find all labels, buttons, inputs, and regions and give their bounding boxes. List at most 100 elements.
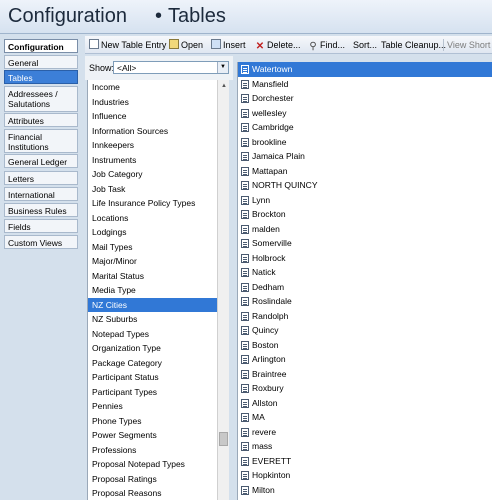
find-button[interactable]: ⚲ Find... [308, 39, 345, 52]
toolbar: New Table Entry Open Insert ✕ Delete... ⚲… [85, 36, 492, 54]
table-entry-row[interactable]: Mattapan [238, 164, 492, 179]
tables-list: Income Industries Influence Information Sou… [87, 80, 217, 500]
table-list-item[interactable]: Innkeepers [88, 138, 217, 153]
table-list-item[interactable]: Major/Minor [88, 254, 217, 269]
nav-item-business-rules[interactable]: Business Rules [4, 203, 78, 217]
nav-item-general[interactable]: General [4, 55, 78, 69]
table-list-item[interactable]: Industries [88, 95, 217, 110]
table-entry-row[interactable]: Roxbury [238, 381, 492, 396]
sort-button[interactable]: Sort... [353, 39, 377, 51]
table-entry-row[interactable]: Roslindale [238, 294, 492, 309]
tables-list-scrollbar[interactable]: ▲ [217, 80, 229, 500]
table-entry-row[interactable]: Brockton [238, 207, 492, 222]
nav-item-international[interactable]: International [4, 187, 78, 201]
table-list-item[interactable]: Notepad Types [88, 327, 217, 342]
insert-button[interactable]: Insert [211, 39, 246, 51]
table-entry-row[interactable]: Cambridge [238, 120, 492, 135]
entry-label: Natick [252, 267, 276, 277]
table-list-item[interactable]: Mail Types [88, 240, 217, 255]
table-list-item[interactable]: Participant Status [88, 370, 217, 385]
view-short-description-button[interactable]: View Short D [447, 39, 492, 51]
nav-item-financial-institutions[interactable]: Financial Institutions [4, 129, 78, 153]
table-entry-row[interactable]: Lynn [238, 193, 492, 208]
table-list-item[interactable]: Participant Types [88, 385, 217, 400]
scrollbar-thumb[interactable] [219, 432, 228, 446]
table-entry-row[interactable]: Jamaica Plain [238, 149, 492, 164]
table-entry-row[interactable]: brookline [238, 135, 492, 150]
table-list-item[interactable]: Organization Type [88, 341, 217, 356]
table-list-item[interactable]: Media Type [88, 283, 217, 298]
open-button[interactable]: Open [169, 39, 203, 51]
delete-button[interactable]: ✕ Delete... [255, 39, 301, 52]
entry-document-icon [241, 485, 249, 495]
show-filter-select[interactable]: <All> ▼ [113, 61, 229, 74]
nav-item-custom-views[interactable]: Custom Views [4, 235, 78, 249]
table-entry-row[interactable]: Quincy [238, 323, 492, 338]
table-entry-row[interactable]: Boston [238, 338, 492, 353]
table-entry-row[interactable]: revere [238, 425, 492, 440]
nav-item-tables[interactable]: Tables [4, 70, 78, 84]
show-label: Show: [89, 63, 115, 73]
table-list-item[interactable]: NZ Cities [88, 297, 217, 312]
table-entry-row[interactable]: Holbrock [238, 251, 492, 266]
entry-label: Arlington [252, 354, 286, 364]
table-list-item[interactable]: Professions [88, 443, 217, 458]
entry-label: Mansfield [252, 78, 289, 89]
table-list-item[interactable]: Marital Status [88, 269, 217, 284]
table-entry-row[interactable]: Milton [238, 483, 492, 498]
table-list-item[interactable]: Proposal Reasons [88, 486, 217, 500]
table-list-item[interactable]: Instruments [88, 153, 217, 168]
table-list-item[interactable]: NZ Suburbs [88, 312, 217, 327]
table-entry-row[interactable]: Randolph [238, 309, 492, 324]
table-list-item[interactable]: Job Task [88, 182, 217, 197]
table-entry-row[interactable]: Braintree [238, 367, 492, 382]
entry-label: EVERETT [252, 455, 292, 466]
chevron-down-icon[interactable]: ▼ [217, 62, 228, 73]
nav-item-addressees-salutations[interactable]: Addressees / Salutations [4, 86, 78, 112]
table-entry-row[interactable]: mass [238, 439, 492, 454]
table-entry-row[interactable]: wellesley [238, 106, 492, 121]
table-entry-row[interactable]: Somerville [238, 236, 492, 251]
table-entry-row[interactable]: MA [238, 410, 492, 425]
table-list-item[interactable]: Package Category [88, 356, 217, 371]
table-entry-row[interactable]: Hopkinton [238, 468, 492, 483]
table-entry-row[interactable]: Watertown [238, 62, 492, 77]
nav-item-general-ledger[interactable]: General Ledger [4, 154, 78, 168]
table-entry-row[interactable]: Arlington [238, 352, 492, 367]
scroll-up-arrow-icon[interactable]: ▲ [219, 81, 229, 91]
nav-item-letters[interactable]: Letters [4, 171, 78, 185]
table-list-item[interactable]: Income [88, 80, 217, 95]
entry-label: revere [252, 426, 277, 437]
table-list-item[interactable]: Proposal Notepad Types [88, 457, 217, 472]
table-entry-row[interactable]: malden [238, 222, 492, 237]
entry-document-icon [241, 152, 249, 161]
nav-item-attributes[interactable]: Attributes [4, 113, 78, 127]
table-entry-row[interactable]: NORTH QUINCY [238, 178, 492, 193]
table-list-item[interactable]: Lodgings [88, 225, 217, 240]
table-entry-row[interactable]: Dedham [238, 280, 492, 295]
table-list-item[interactable]: Proposal Ratings [88, 472, 217, 487]
new-table-entry-button[interactable]: New Table Entry [89, 39, 166, 51]
entry-label: Cambridge [252, 122, 294, 132]
entry-label: Dorchester [252, 93, 294, 103]
table-entry-row[interactable]: Mansfield [238, 77, 492, 92]
table-list-item[interactable]: Power Segments [88, 428, 217, 443]
table-list-item[interactable]: Information Sources [88, 124, 217, 139]
table-entry-row[interactable]: Dorchester [238, 91, 492, 106]
table-entry-row[interactable]: Natick [238, 265, 492, 280]
table-cleanup-button[interactable]: Table Cleanup... [381, 39, 446, 51]
table-list-item[interactable]: Influence [88, 109, 217, 124]
entry-document-icon [241, 413, 249, 422]
table-list-item[interactable]: Job Category [88, 167, 217, 182]
table-list-item[interactable]: Locations [88, 211, 217, 226]
nav-item-fields[interactable]: Fields [4, 219, 78, 233]
table-list-item[interactable]: Life Insurance Policy Types [88, 196, 217, 211]
table-entry-row[interactable]: Allston [238, 396, 492, 411]
table-list-item[interactable]: Pennies [88, 399, 217, 414]
table-entry-row[interactable]: EVERETT [238, 454, 492, 469]
table-list-item[interactable]: Phone Types [88, 414, 217, 429]
toolbar-separator [443, 39, 444, 51]
title-separator: • [155, 5, 163, 27]
entry-document-icon [241, 108, 249, 118]
nav-header-configuration[interactable]: Configuration [4, 39, 78, 53]
